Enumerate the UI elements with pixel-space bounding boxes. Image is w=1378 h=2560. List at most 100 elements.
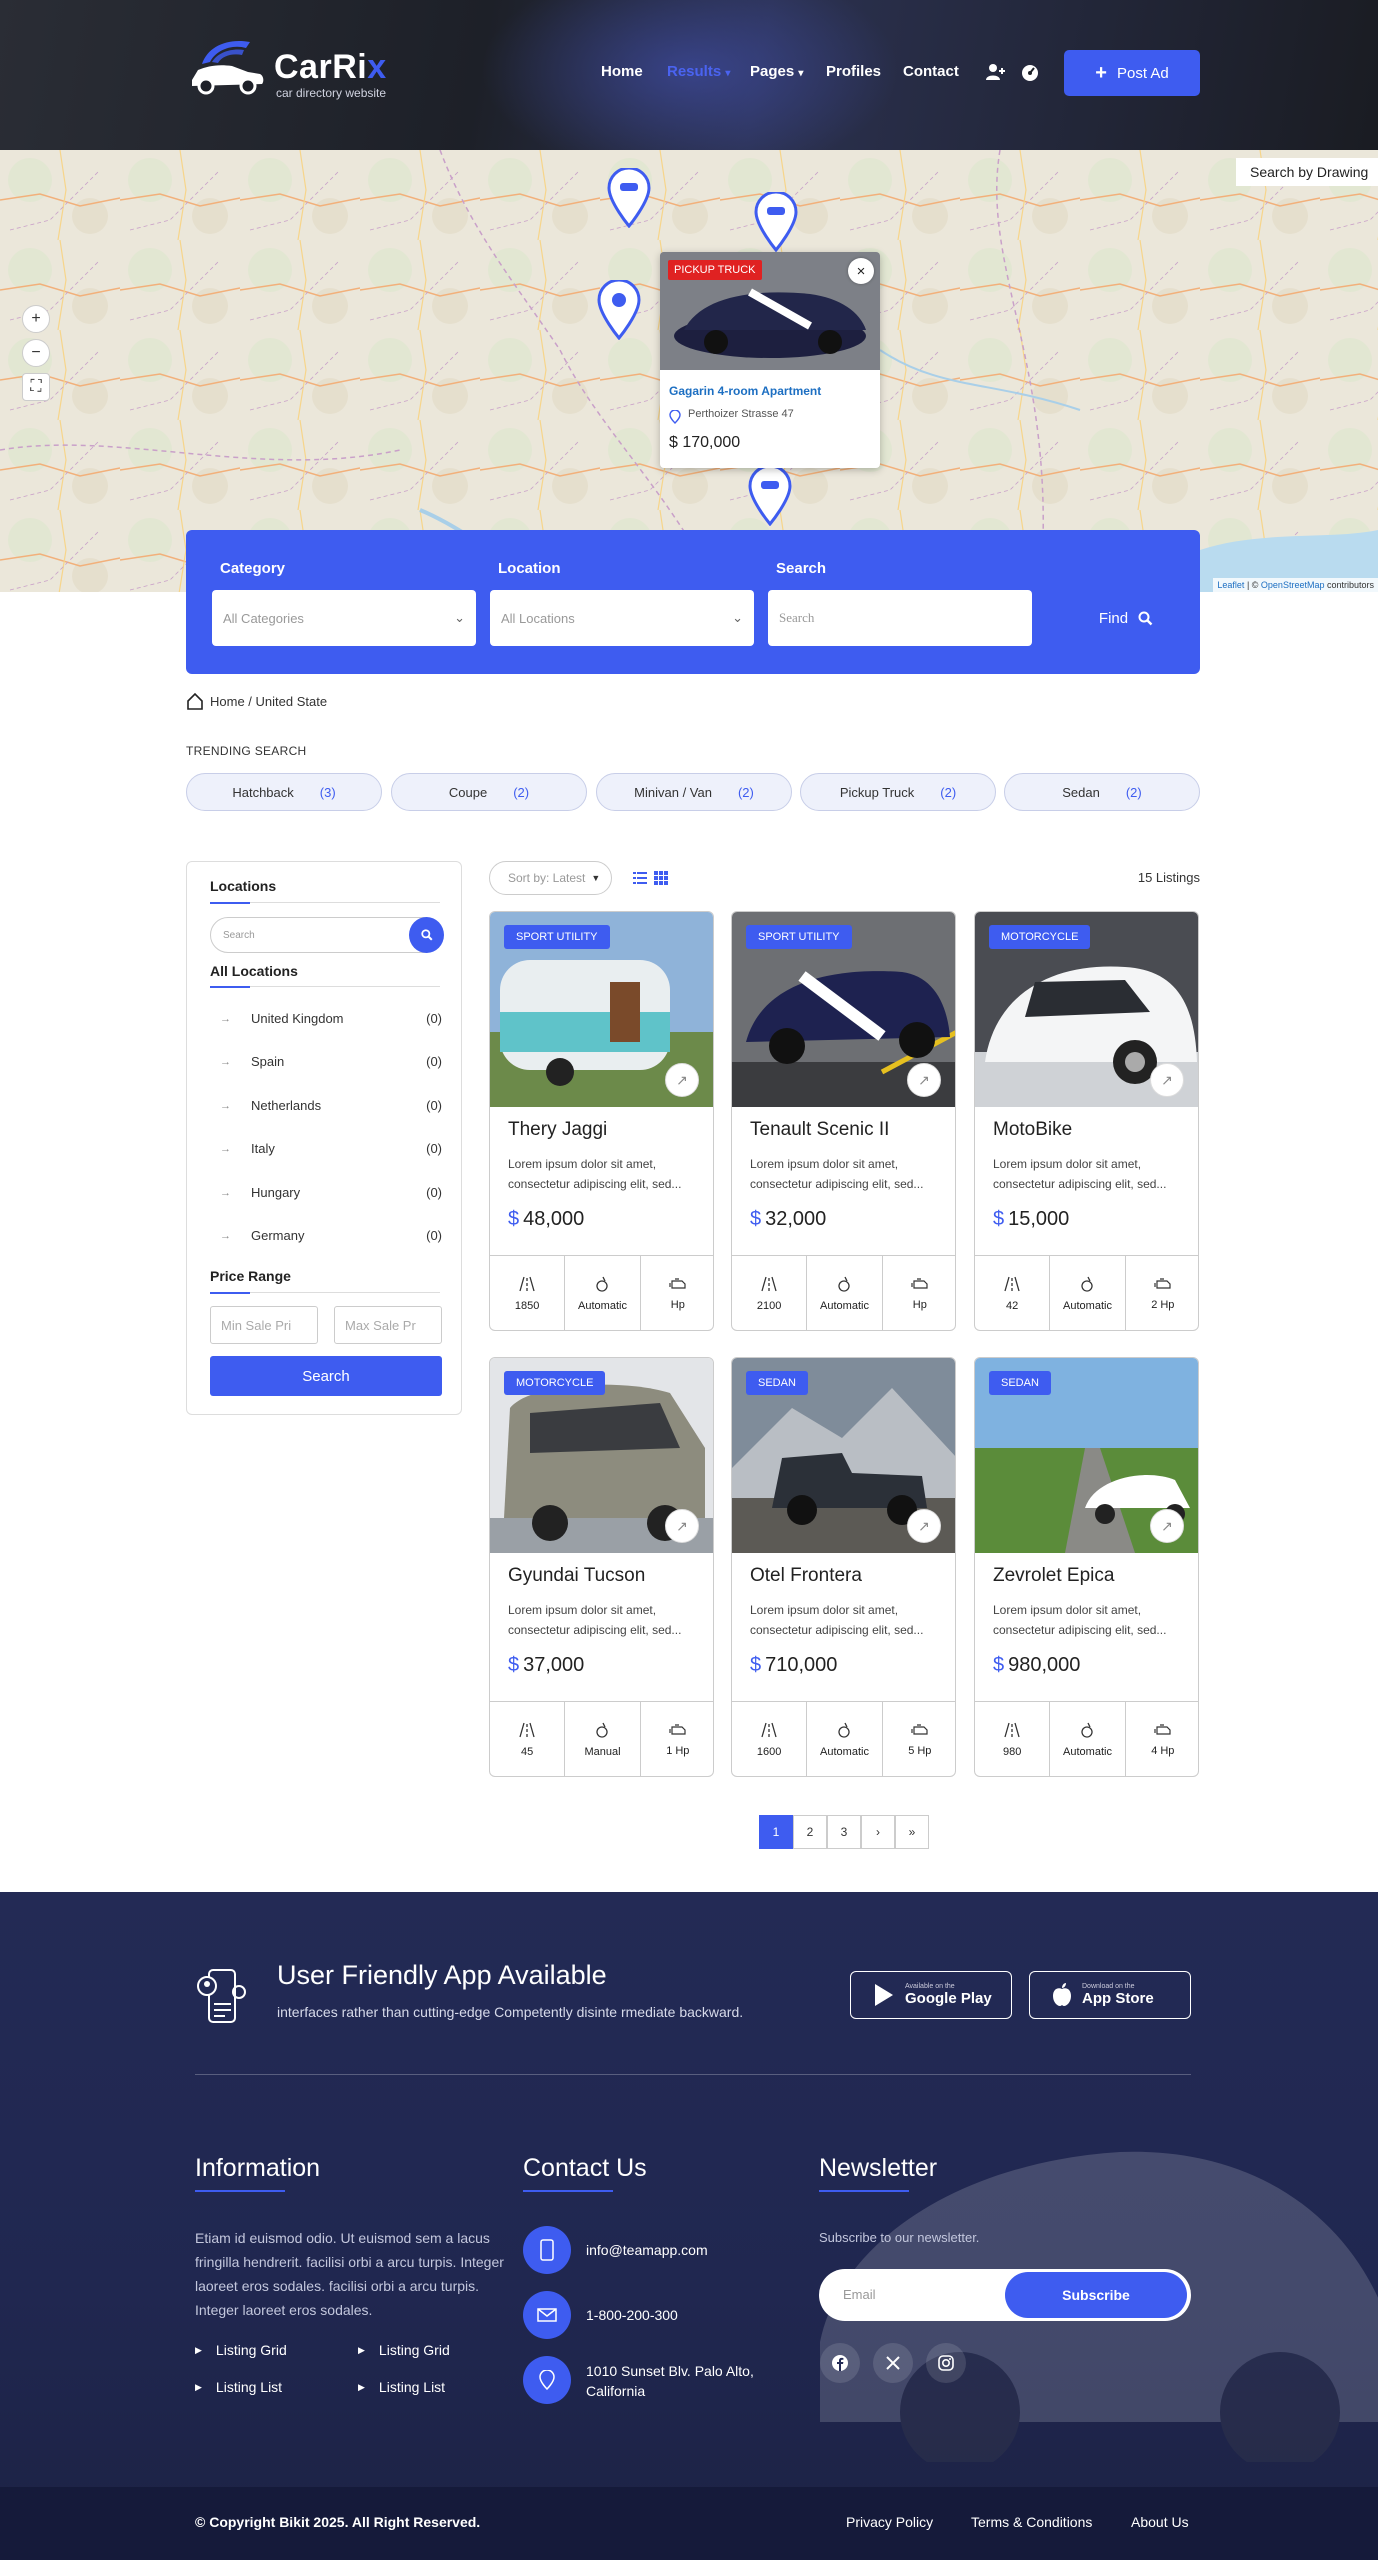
leaflet-link[interactable]: Leaflet — [1217, 580, 1244, 590]
listing-description: Lorem ipsum dolor sit amet, consectetur … — [750, 1603, 924, 1637]
nav-profiles[interactable]: Profiles — [826, 63, 881, 80]
footer-divider — [195, 2074, 1191, 2075]
nav-pages[interactable]: Pages ▾ — [750, 63, 803, 80]
footer-link[interactable]: ▶ Listing List — [195, 2379, 282, 2395]
location-search-button[interactable] — [409, 917, 444, 953]
page-1-button[interactable]: 1 — [759, 1815, 793, 1849]
nav-home[interactable]: Home — [601, 63, 643, 80]
page-3-button[interactable]: 3 — [827, 1815, 861, 1849]
instagram-icon[interactable] — [926, 2343, 966, 2383]
location-item[interactable]: → Netherlands (0) — [210, 1098, 442, 1113]
add-user-icon[interactable] — [986, 63, 1006, 81]
external-link-icon[interactable]: ↗ — [1150, 1063, 1184, 1097]
nav-contact[interactable]: Contact — [903, 63, 959, 80]
listing-title[interactable]: Zevrolet Epica — [993, 1565, 1114, 1587]
list-view-icon[interactable] — [633, 871, 647, 885]
map-marker-icon[interactable] — [607, 168, 651, 228]
listing-title[interactable]: Tenault Scenic II — [750, 1119, 889, 1141]
grid-view-icon[interactable] — [654, 871, 668, 885]
location-item[interactable]: → Germany (0) — [210, 1228, 442, 1243]
find-button[interactable]: Find — [1076, 590, 1176, 646]
dashboard-icon[interactable] — [1020, 63, 1040, 81]
search-by-drawing-button[interactable]: Search by Drawing — [1236, 158, 1378, 186]
keyword-input[interactable]: Search — [768, 590, 1032, 646]
arrow-right-icon: → — [220, 1055, 231, 1068]
all-locations-heading[interactable]: All Locations — [210, 963, 298, 979]
listing-card[interactable]: SPORT UTILITY ↗ Tenault Scenic II Lorem … — [731, 911, 956, 1331]
trending-chip[interactable]: Hatchback (3) — [186, 773, 382, 811]
terms-link[interactable]: Terms & Conditions — [971, 2514, 1092, 2530]
popup-price: $ 170,000 — [669, 434, 741, 451]
last-page-button[interactable]: » — [895, 1815, 929, 1849]
newsletter-email-input[interactable]: Email — [843, 2287, 876, 2302]
listing-card[interactable]: SEDAN ↗ Otel Frontera Lorem ipsum dolor … — [731, 1357, 956, 1777]
sort-select[interactable]: Sort by: Latest ▼ — [489, 861, 612, 895]
google-play-button[interactable]: Available on the Google Play — [850, 1971, 1012, 2019]
listing-description: Lorem ipsum dolor sit amet, consectetur … — [993, 1603, 1167, 1637]
nav-results[interactable]: Results ▾ — [667, 63, 730, 80]
brand-tagline: car directory website — [276, 86, 387, 100]
contact-email[interactable]: info@teamapp.com — [586, 2240, 708, 2260]
mileage-spec: 2100 — [732, 1256, 806, 1330]
external-link-icon[interactable]: ↗ — [907, 1063, 941, 1097]
zoom-in-button[interactable]: + — [22, 305, 50, 333]
location-item[interactable]: → Italy (0) — [210, 1141, 442, 1156]
locations-title: Locations — [210, 878, 277, 894]
category-badge: SEDAN — [989, 1371, 1051, 1395]
home-icon[interactable] — [186, 692, 204, 710]
min-price-input[interactable]: Min Sale Pri — [210, 1306, 318, 1344]
map-marker-icon[interactable] — [597, 280, 641, 340]
location-search-input[interactable]: Search — [210, 917, 442, 953]
listing-card[interactable]: SPORT UTILITY ↗ Thery Jaggi Lorem ipsum … — [489, 911, 714, 1331]
privacy-policy-link[interactable]: Privacy Policy — [846, 2514, 933, 2530]
post-ad-button[interactable]: + Post Ad — [1064, 50, 1200, 96]
listing-title[interactable]: Gyundai Tucson — [508, 1565, 645, 1587]
page-2-button[interactable]: 2 — [793, 1815, 827, 1849]
location-item[interactable]: → Spain (0) — [210, 1054, 442, 1069]
map-marker-icon[interactable] — [748, 466, 792, 526]
zoom-out-button[interactable]: − — [22, 339, 50, 367]
app-store-button[interactable]: Download on the App Store — [1029, 1971, 1191, 2019]
map-popup[interactable]: PICKUP TRUCK × Gagarin 4-room Apartment … — [660, 252, 880, 468]
about-us-link[interactable]: About Us — [1131, 2514, 1189, 2530]
phone-icon — [523, 2226, 571, 2274]
transmission-spec: Automatic — [1049, 1256, 1124, 1330]
contact-phone[interactable]: 1-800-200-300 — [586, 2305, 678, 2325]
fullscreen-icon[interactable]: ⛶ — [22, 373, 50, 401]
listing-card[interactable]: MOTORCYCLE ↗ MotoBike Lorem ipsum dolor … — [974, 911, 1199, 1331]
trending-chip[interactable]: Coupe (2) — [391, 773, 587, 811]
external-link-icon[interactable]: ↗ — [665, 1509, 699, 1543]
close-icon[interactable]: × — [848, 258, 874, 284]
brand-name[interactable]: CarRix — [274, 48, 387, 87]
external-link-icon[interactable]: ↗ — [907, 1509, 941, 1543]
location-item[interactable]: → Hungary (0) — [210, 1185, 442, 1200]
listing-title[interactable]: Thery Jaggi — [508, 1119, 607, 1141]
external-link-icon[interactable]: ↗ — [1150, 1509, 1184, 1543]
results-map[interactable]: + − ⛶ Search by Drawing 2 PICKUP TRUCK ×… — [0, 150, 1378, 592]
listing-card[interactable]: MOTORCYCLE ↗ Gyundai Tucson Lorem ipsum … — [489, 1357, 714, 1777]
footer-link[interactable]: ▶ Listing Grid — [195, 2342, 287, 2358]
google-play-icon — [875, 1984, 893, 2006]
footer-link[interactable]: ▶ Listing Grid — [358, 2342, 450, 2358]
listing-title[interactable]: MotoBike — [993, 1119, 1072, 1141]
subscribe-button[interactable]: Subscribe — [1005, 2272, 1187, 2318]
trending-chip[interactable]: Minivan / Van (2) — [596, 773, 792, 811]
x-twitter-icon[interactable] — [873, 2343, 913, 2383]
max-price-input[interactable]: Max Sale Pr — [334, 1306, 442, 1344]
listing-title[interactable]: Otel Frontera — [750, 1565, 862, 1587]
sidebar-search-button[interactable]: Search — [210, 1356, 442, 1396]
osm-link[interactable]: OpenStreetMap — [1261, 580, 1325, 590]
location-select[interactable]: All Locations ⌄ — [490, 590, 754, 646]
breadcrumb-text[interactable]: Home / United State — [210, 694, 327, 709]
footer-link[interactable]: ▶ Listing List — [358, 2379, 445, 2395]
external-link-icon[interactable]: ↗ — [665, 1063, 699, 1097]
listing-card[interactable]: SEDAN ↗ Zevrolet Epica Lorem ipsum dolor… — [974, 1357, 1199, 1777]
facebook-icon[interactable] — [820, 2343, 860, 2383]
map-marker-icon[interactable] — [754, 192, 798, 252]
popup-title[interactable]: Gagarin 4-room Apartment — [669, 384, 871, 398]
location-item[interactable]: → United Kingdom (0) — [210, 1011, 442, 1026]
trending-chip[interactable]: Pickup Truck (2) — [800, 773, 996, 811]
next-page-button[interactable]: › — [861, 1815, 895, 1849]
category-select[interactable]: All Categories ⌄ — [212, 590, 476, 646]
trending-chip[interactable]: Sedan (2) — [1004, 773, 1200, 811]
